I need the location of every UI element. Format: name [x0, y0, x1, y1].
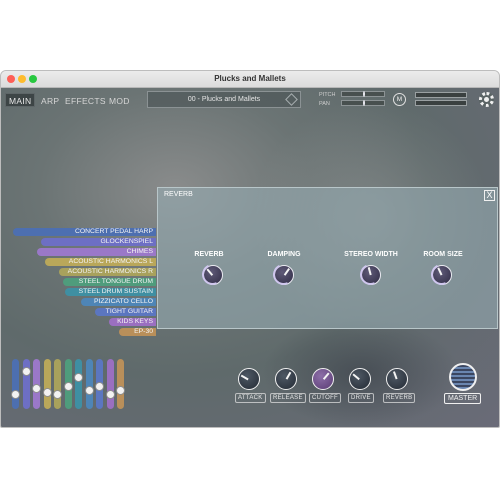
slider-thumb[interactable]: [84, 385, 94, 395]
release-knob[interactable]: [275, 368, 297, 390]
drive-knob-needle: [352, 373, 360, 381]
attack-knob[interactable]: [238, 368, 260, 390]
pan-slider[interactable]: [341, 100, 385, 106]
top-bar: MAIN ARP EFFECTS MOD 00 - Plucks and Mal…: [1, 88, 499, 114]
reverb-send-knob[interactable]: [386, 368, 408, 390]
instrument-volume-slider[interactable]: [84, 359, 94, 409]
reverb-knob-label: REVERB: [194, 251, 224, 258]
tab-arp[interactable]: ARP: [37, 93, 63, 107]
instrument-item[interactable]: EP-30: [119, 328, 156, 336]
reverb-send-label: REVERB: [383, 393, 416, 403]
instrument-item[interactable]: GLOCKENSPIEL: [41, 238, 156, 246]
slider-thumb[interactable]: [105, 389, 115, 399]
slider-thumb[interactable]: [95, 381, 104, 391]
reverb-panel: REVERB X REVERB DAMPING STEREO WIDTH ROO…: [157, 187, 498, 329]
slider-thumb[interactable]: [21, 367, 31, 377]
instrument-item[interactable]: KIDS KEYS: [109, 318, 156, 326]
release-knob-needle: [285, 371, 292, 380]
stereo-width-knob[interactable]: [357, 261, 384, 288]
master-label: MASTER: [444, 393, 482, 404]
preset-browse-icon[interactable]: [285, 93, 298, 106]
instrument-volume-slider[interactable]: [42, 359, 52, 409]
instrument-item[interactable]: ACOUSTIC HARMONICS R: [59, 268, 156, 276]
cutoff-knob[interactable]: [312, 368, 334, 390]
pitch-label: PITCH: [319, 92, 336, 98]
title-bar: Plucks and Mallets: [1, 71, 499, 88]
pan-slider-handle[interactable]: [363, 100, 365, 106]
instrument-volume-slider[interactable]: [105, 359, 115, 409]
slider-thumb[interactable]: [63, 381, 73, 391]
slider-thumb[interactable]: [32, 383, 41, 393]
instrument-volume-slider[interactable]: [74, 359, 83, 409]
slider-thumb[interactable]: [74, 373, 83, 383]
close-panel-button[interactable]: X: [484, 190, 495, 201]
gear-icon[interactable]: [479, 92, 494, 107]
instrument-item[interactable]: CHIMES: [37, 248, 156, 256]
drive-label: DRIVE: [348, 393, 374, 403]
instrument-item[interactable]: CONCERT PEDAL HARP: [13, 228, 156, 236]
reverb-knob[interactable]: [199, 261, 226, 288]
room-size-knob-label: ROOM SIZE: [423, 251, 463, 258]
instrument-volume-slider[interactable]: [63, 359, 73, 409]
instrument-volume-slider[interactable]: [95, 359, 104, 409]
release-label: RELEASE: [270, 393, 306, 403]
pitch-slider[interactable]: [341, 91, 385, 97]
slider-thumb[interactable]: [116, 385, 125, 395]
reverb-panel-title: REVERB: [164, 191, 193, 198]
slider-thumb[interactable]: [53, 389, 62, 399]
master-knob[interactable]: [449, 363, 477, 391]
instrument-item[interactable]: STEEL DRUM SUSTAIN: [65, 288, 156, 296]
preset-selector[interactable]: 00 - Plucks and Mallets: [147, 91, 301, 108]
instrument-item[interactable]: PIZZICATO CELLO: [81, 298, 156, 306]
attack-label: ATTACK: [235, 393, 266, 403]
pitch-slider-handle[interactable]: [363, 91, 365, 97]
tab-main[interactable]: MAIN: [5, 93, 36, 107]
slider-thumb[interactable]: [11, 389, 20, 399]
reverb-send-knob-needle: [392, 371, 398, 380]
cutoff-knob-needle: [322, 372, 330, 380]
tab-effects[interactable]: EFFECTS: [61, 93, 110, 107]
window-title: Plucks and Mallets: [214, 74, 286, 83]
damping-knob[interactable]: [270, 261, 297, 288]
instrument-item[interactable]: STEEL TONGUE DRUM: [63, 278, 156, 286]
midi-button[interactable]: M: [393, 93, 406, 106]
preset-name: 00 - Plucks and Mallets: [187, 96, 261, 103]
instrument-item[interactable]: TIGHT GUITAR: [95, 308, 156, 316]
instrument-volume-slider[interactable]: [32, 359, 41, 409]
instrument-volume-slider[interactable]: [11, 359, 20, 409]
slider-thumb[interactable]: [42, 387, 52, 397]
damping-knob-label: DAMPING: [267, 251, 301, 258]
drive-knob[interactable]: [349, 368, 371, 390]
tab-mod[interactable]: MOD: [105, 93, 134, 107]
instrument-volume-slider[interactable]: [53, 359, 62, 409]
instrument-volume-slider[interactable]: [21, 359, 31, 409]
instrument-item[interactable]: ACOUSTIC HARMONICS L: [45, 258, 156, 266]
output-meter-left: [415, 92, 467, 98]
room-size-knob[interactable]: [428, 261, 455, 288]
pan-label: PAN: [319, 101, 330, 107]
cutoff-label: CUTOFF: [309, 393, 342, 403]
output-meter-right: [415, 100, 467, 106]
attack-knob-needle: [240, 374, 249, 381]
instrument-volume-slider[interactable]: [116, 359, 125, 409]
stereo-width-knob-label: STEREO WIDTH: [344, 251, 398, 258]
